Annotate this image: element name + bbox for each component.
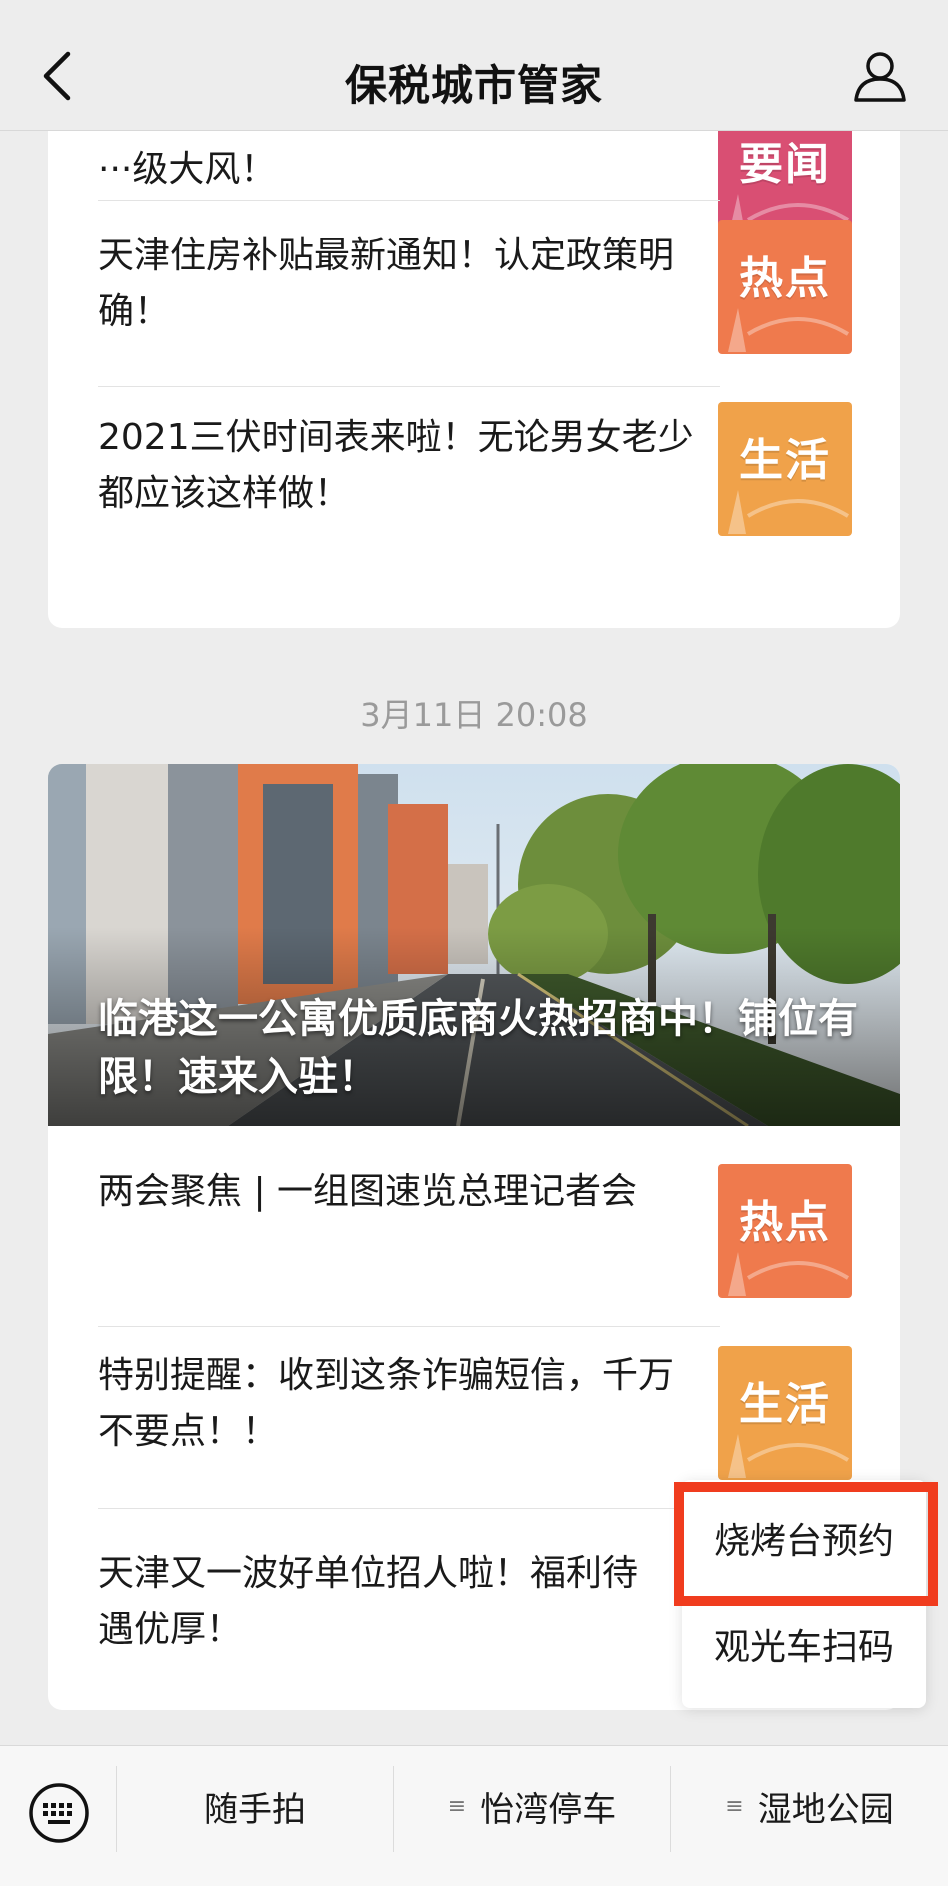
divider bbox=[98, 200, 720, 201]
hero-article[interactable]: 临港这一公寓优质底商火热招商中！铺位有限！速来入驻！ bbox=[48, 764, 900, 1126]
hero-title: 临港这一公寓优质底商火热招商中！铺位有限！速来入驻！ bbox=[98, 996, 858, 1100]
menu-tab-wetland-park[interactable]: ≡ 湿地公园 bbox=[671, 1746, 948, 1866]
menu-tab-label: 随手拍 bbox=[204, 1789, 306, 1830]
menu-tab-snapshot[interactable]: 随手拍 bbox=[117, 1746, 393, 1866]
article-title: 天津又一波好单位招人啦！福利待遇优厚！ bbox=[98, 1553, 639, 1650]
thumbnail-label: 热点 bbox=[739, 1197, 831, 1248]
menu-list-icon: ≡ bbox=[725, 1793, 744, 1819]
article-thumbnail: 热点 bbox=[718, 1164, 852, 1298]
menu-tab-parking[interactable]: ≡ 怡湾停车 bbox=[394, 1746, 670, 1866]
person-icon[interactable] bbox=[852, 48, 908, 104]
divider bbox=[98, 386, 720, 387]
thumbnail-label: 生活 bbox=[739, 1379, 831, 1430]
page-title: 保税城市管家 bbox=[344, 61, 603, 110]
article-title: 特别提醒：收到这条诈骗短信，千万不要点！！ bbox=[98, 1355, 675, 1452]
article-item[interactable]: 天津住房补贴最新通知！认定政策明确！ 热点 bbox=[48, 206, 900, 388]
menu-item-sightseeing-scan[interactable]: 观光车扫码 bbox=[682, 1618, 926, 1670]
article-item[interactable]: 2021三伏时间表来啦！无论男女老少都应该这样做！ 生活 bbox=[48, 388, 900, 570]
thumbnail-label: 要闻 bbox=[739, 139, 831, 190]
arch-decoration-icon bbox=[728, 308, 850, 352]
message-timestamp: 3月11日 20:08 bbox=[360, 696, 588, 734]
bottom-menu-bar: 随手拍 ≡ 怡湾停车 ≡ 湿地公园 bbox=[0, 1745, 948, 1886]
article-title: ···级大风！ bbox=[98, 149, 277, 190]
menu-tab-label: 怡湾停车 bbox=[480, 1789, 617, 1830]
thumbnail-label: 热点 bbox=[739, 253, 831, 304]
article-thumbnail: 热点 bbox=[718, 220, 852, 354]
menu-tab-label: 湿地公园 bbox=[757, 1789, 894, 1830]
article-item[interactable]: 两会聚焦 | 一组图速览总理记者会 热点 bbox=[48, 1126, 900, 1327]
article-title: 天津住房补贴最新通知！认定政策明确！ bbox=[98, 235, 675, 332]
keyboard-icon[interactable] bbox=[28, 1782, 90, 1844]
thumbnail-label: 生活 bbox=[739, 435, 831, 486]
menu-list-icon: ≡ bbox=[447, 1793, 467, 1819]
arch-decoration-icon bbox=[728, 490, 850, 534]
arch-decoration-icon bbox=[728, 1252, 850, 1296]
highlight-box bbox=[674, 1482, 938, 1606]
article-thumbnail: 生活 bbox=[718, 402, 852, 536]
article-thumbnail: 生活 bbox=[718, 1346, 852, 1480]
article-group-card: ···级大风！ 要闻 天津住房补贴最新通知！认定政策明确！ 热点 2021三伏时… bbox=[48, 90, 900, 628]
article-title: 2021三伏时间表来啦！无论男女老少都应该这样做！ bbox=[98, 417, 694, 514]
nav-header: 保税城市管家 bbox=[0, 0, 948, 131]
article-title: 两会聚焦 | 一组图速览总理记者会 bbox=[98, 1171, 638, 1212]
arch-decoration-icon bbox=[728, 1434, 850, 1478]
